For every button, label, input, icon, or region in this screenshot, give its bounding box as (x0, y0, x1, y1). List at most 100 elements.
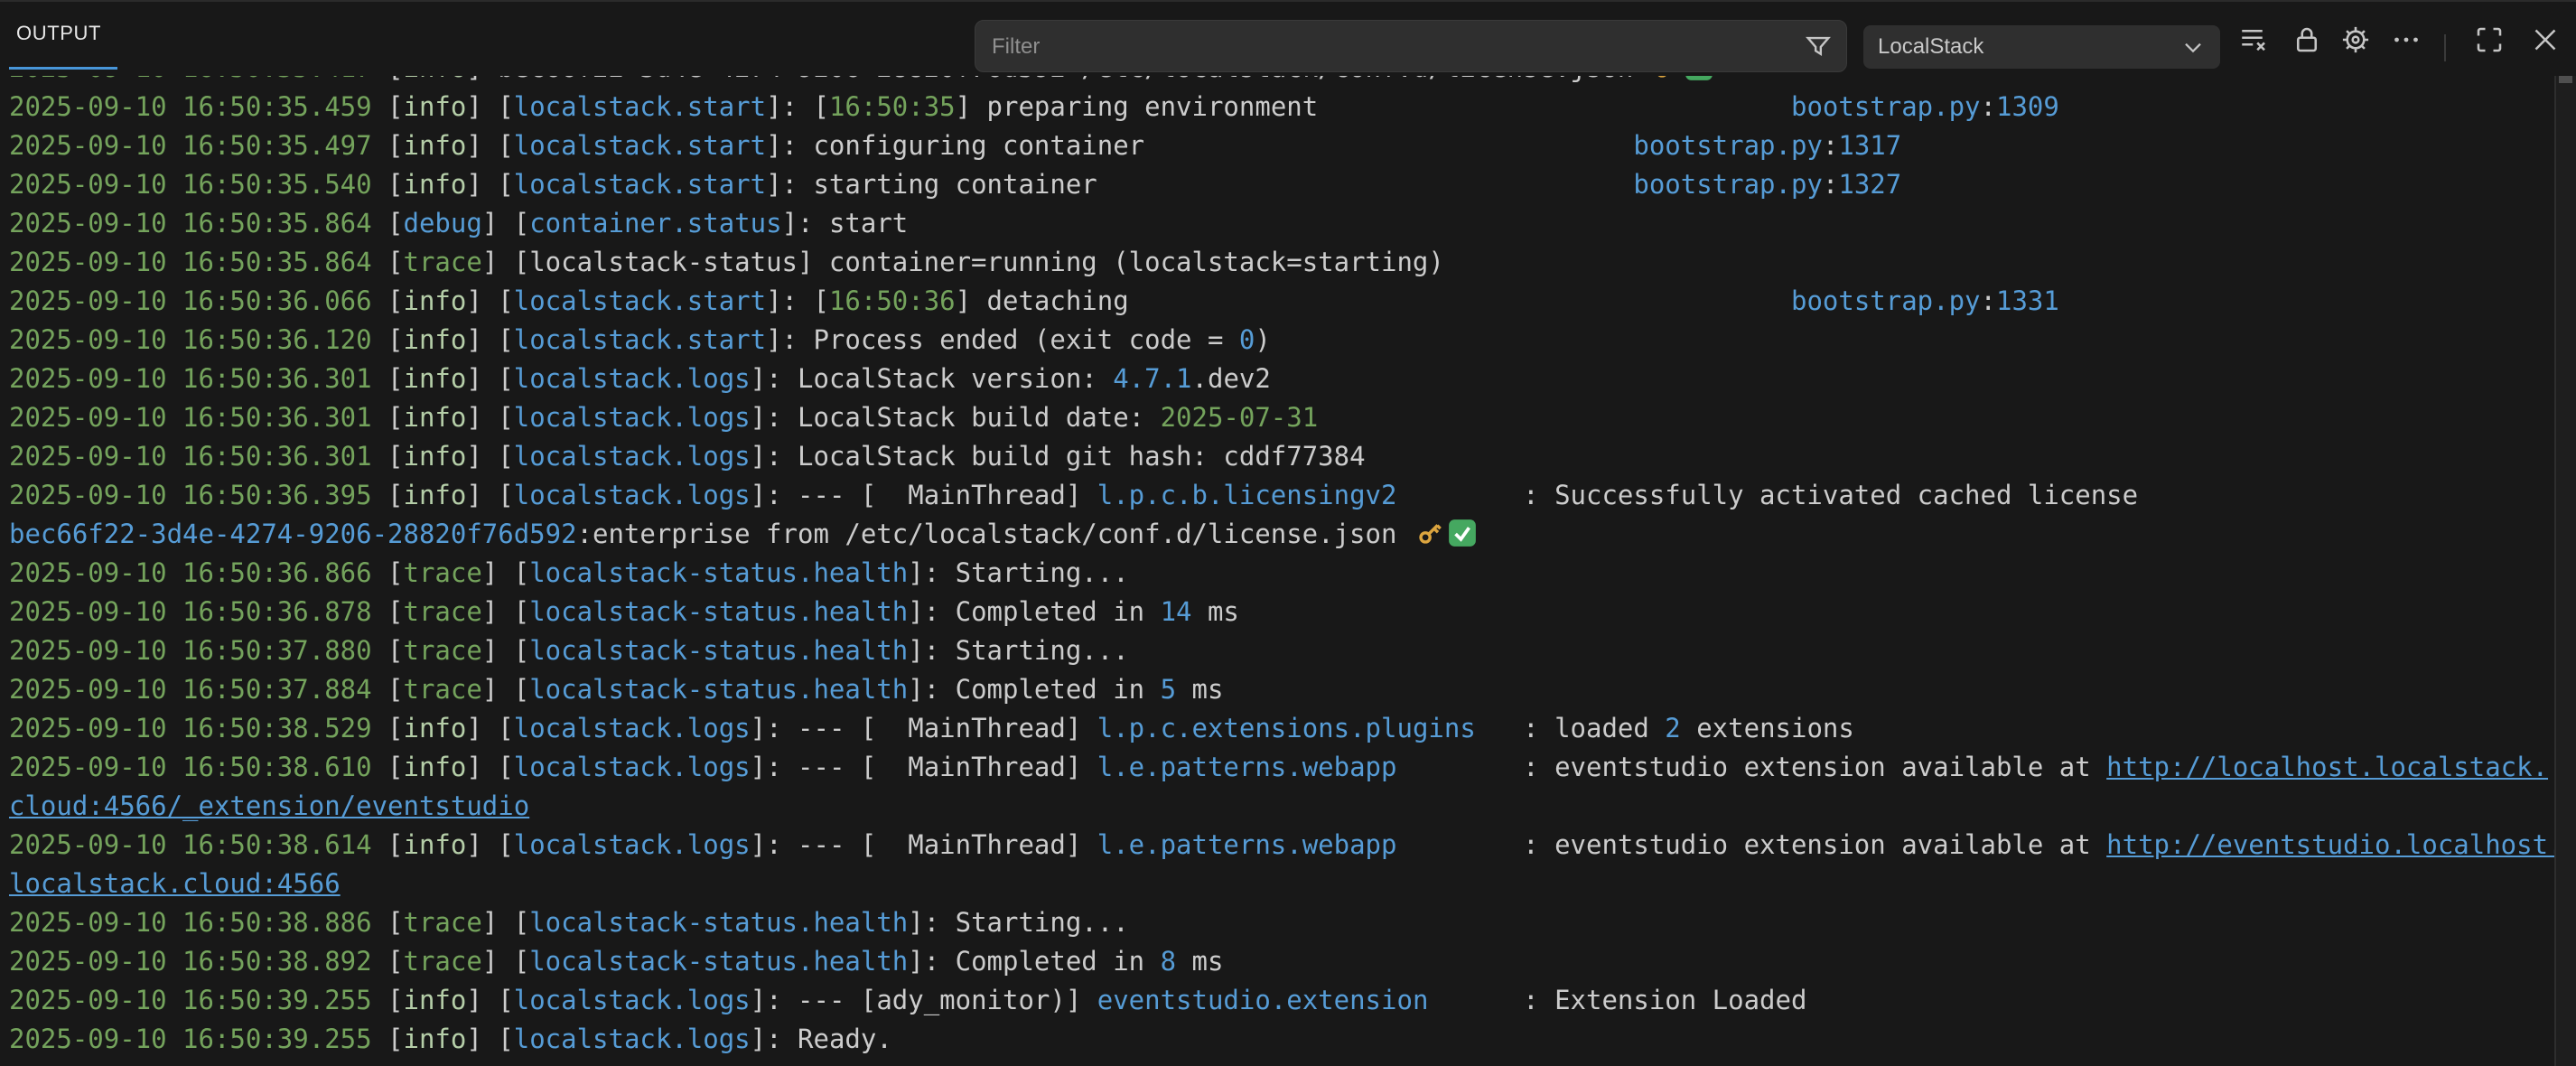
key-icon (1414, 518, 1445, 548)
log-text: info (404, 829, 467, 860)
log-text: [ (387, 363, 403, 394)
log-text: 0 (1239, 324, 1255, 355)
log-text: ] [ (482, 635, 529, 666)
log-text: ]: [ (766, 285, 829, 316)
log-line: cloud:4566/_extension/eventstudio (9, 787, 2554, 826)
log-text: localstack-status.health (529, 596, 908, 627)
log-text: ] [ (466, 130, 513, 161)
log-text: ] [ (466, 91, 513, 122)
log-text: 2025-09-10 16:50:36.066 (9, 285, 387, 316)
log-text: localstack-status.health (529, 557, 908, 588)
log-text: ]: Ready. (751, 1024, 892, 1054)
log-text: localstack-status.health (529, 907, 908, 938)
log-text: 2025-09-10 16:50:37.884 (9, 674, 387, 705)
log-text: : (1981, 91, 1996, 122)
maximize-panel-icon[interactable] (2473, 23, 2506, 56)
log-text: [ (387, 985, 403, 1015)
log-text: : eventstudio extension available at (1396, 752, 2106, 782)
log-text: [ (387, 402, 403, 433)
log-text: 2025-09-10 16:50:35.540 (9, 169, 387, 200)
log-text: bootstrap.py (1633, 130, 1823, 161)
log-text: ] [ (466, 1024, 513, 1054)
log-text: bootstrap.py (1633, 169, 1823, 200)
log-text: 2025-09-10 16:50:36.301 (9, 402, 387, 433)
more-actions-icon[interactable] (2390, 23, 2422, 56)
channel-select-value: LocalStack (1878, 34, 1983, 60)
log-text (1318, 91, 1791, 122)
log-text: info (404, 713, 467, 743)
log-text: ] [ (466, 285, 513, 316)
log-text: 4.7.1 (1113, 363, 1191, 394)
log-text: [ (387, 946, 403, 977)
log-text: : eventstudio extension available at (1396, 829, 2106, 860)
log-text: localstack.logs (514, 713, 751, 743)
log-line: bec66f22-3d4e-4274-9206-28820f76d592:ent… (9, 515, 2554, 554)
log-text: trace (404, 674, 482, 705)
log-text: : Extension Loaded (1428, 985, 1806, 1015)
log-text: [ (387, 752, 403, 782)
log-text: ] [ (466, 713, 513, 743)
log-text: ]: Starting... (908, 907, 1128, 938)
log-text: localstack-status.health (529, 674, 908, 705)
log-link[interactable]: http://localhost.localstack. (2106, 752, 2548, 782)
log-line: 2025-09-10 16:50:35.540 [info] [localsta… (9, 165, 2554, 204)
log-text: : (1823, 169, 1838, 200)
log-text: info (404, 363, 467, 394)
log-text: ] [ (482, 557, 529, 588)
log-text: 2025-09-10 16:50:39.255 (9, 1024, 387, 1054)
log-text: ] [ (466, 480, 513, 510)
log-line: 2025-09-10 16:50:37.880 [trace] [localst… (9, 631, 2554, 670)
log-text: localstack.logs (514, 985, 751, 1015)
lock-icon[interactable] (2291, 23, 2323, 56)
log-text: ] [ (466, 324, 513, 355)
toolbar-divider (2444, 34, 2446, 61)
log-text: bootstrap.py (1791, 91, 1981, 122)
log-text: [ (387, 596, 403, 627)
log-line: 2025-09-10 16:50:37.884 [trace] [localst… (9, 670, 2554, 709)
log-text: localstack.start (514, 169, 766, 200)
filter-input[interactable] (990, 21, 1788, 73)
log-link[interactable]: localstack.cloud:4566 (9, 868, 341, 899)
log-text: ]: starting container (766, 169, 1097, 200)
log-text: ] [ (482, 946, 529, 977)
close-panel-icon[interactable] (2529, 23, 2562, 56)
log-text: 2 (1665, 713, 1680, 743)
log-text: info (404, 480, 467, 510)
log-text: 2025-09-10 16:50:36.395 (9, 480, 387, 510)
log-line: 2025-09-10 16:50:36.301 [info] [localsta… (9, 398, 2554, 437)
log-text: [ (387, 713, 403, 743)
log-text: ] [ (482, 907, 529, 938)
scrollbar-track[interactable] (2554, 74, 2576, 1066)
log-line: 2025-09-10 16:50:38.892 [trace] [localst… (9, 942, 2554, 981)
active-tab-indicator (9, 67, 117, 70)
log-text: localstack-status.health (529, 635, 908, 666)
log-text: [ (387, 91, 403, 122)
log-text: 1317 (1838, 130, 1901, 161)
log-text: eventstudio.extension (1097, 985, 1429, 1015)
log-text: 2025-09-10 16:50:39.255 (9, 985, 387, 1015)
log-text: localstack.logs (514, 402, 751, 433)
log-text (1129, 285, 1791, 316)
log-text: [ (387, 829, 403, 860)
log-text: 2025-09-10 16:50:36.120 (9, 324, 387, 355)
log-link[interactable]: cloud:4566/_extension/eventstudio (9, 790, 529, 821)
panel-header: OUTPUT LocalStack (0, 0, 2576, 76)
log-text: l.p.c.b.licensingv2 (1097, 480, 1397, 510)
log-text: info (404, 91, 467, 122)
log-text: ] [ (466, 363, 513, 394)
log-text: localstack.logs (514, 480, 751, 510)
channel-select[interactable]: LocalStack (1863, 25, 2220, 69)
log-text: : loaded (1476, 713, 1666, 743)
log-text: 2025-09-10 16:50:36.866 (9, 557, 387, 588)
log-text: ] [ (482, 596, 529, 627)
log-text: ]: LocalStack build git hash: cddf77384 (751, 441, 1366, 472)
log-text: 16:50:36 (829, 285, 956, 316)
tab-output[interactable]: OUTPUT (16, 22, 101, 45)
gear-icon[interactable] (2339, 23, 2372, 56)
clear-output-icon[interactable] (2237, 23, 2270, 56)
filter-container (975, 20, 1847, 72)
log-text: .dev2 (1192, 363, 1271, 394)
log-link[interactable]: http://eventstudio.localhost. (2106, 829, 2563, 860)
log-text: info (404, 285, 467, 316)
log-text: ] preparing environment (956, 91, 1319, 122)
